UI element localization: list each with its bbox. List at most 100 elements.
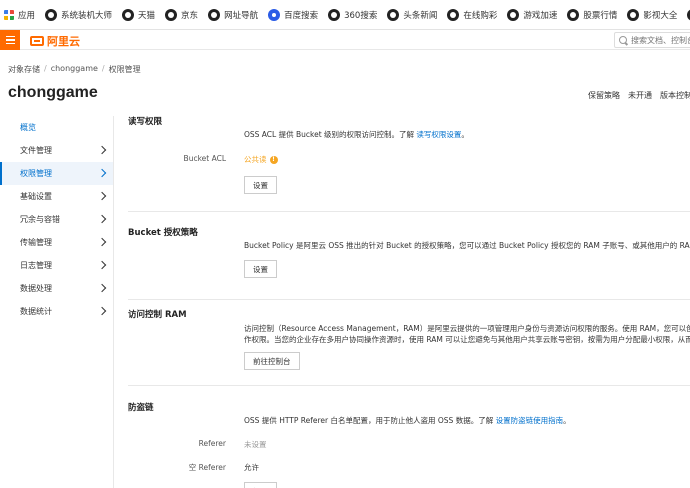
bookmark-item[interactable]: 天猫 (122, 8, 156, 21)
site-icon (447, 8, 460, 21)
bookmark-label: 网址导航 (224, 10, 259, 21)
rw-doc-link[interactable]: 读写权限设置 (416, 130, 461, 139)
site-icon (122, 8, 135, 21)
top-nav: 阿里云 (0, 30, 690, 50)
bookmark-item[interactable]: 360搜索 (328, 8, 378, 21)
sidebar-item-label: 日志管理 (20, 261, 52, 270)
chevron-right-icon (97, 260, 107, 270)
sidebar-item[interactable]: 数据处理 (0, 277, 113, 300)
section-title: 访问控制 RAM (128, 310, 187, 320)
bookmark-item[interactable]: 系统装机大师 (45, 8, 112, 21)
policy-setting-button[interactable]: 设置 (244, 260, 277, 278)
acl-value: 公共读! (244, 154, 278, 165)
sidebar-item-label: 文件管理 (20, 146, 52, 155)
page-title: chonggame (8, 84, 98, 101)
section-title: 读写权限 (128, 117, 163, 127)
bookmark-label: 在线购彩 (463, 10, 498, 21)
bookmark-label: 京东 (181, 10, 199, 21)
breadcrumb-item[interactable]: chonggame (51, 64, 98, 75)
bookmark-item[interactable]: 百度搜索 (268, 8, 319, 21)
section-description: OSS 提供 HTTP Referer 白名单配置，用于防止他人盗用 OSS 数… (244, 415, 571, 426)
section-description: OSS ACL 提供 Bucket 级别的权限访问控制。了解 读写权限设置。 (244, 129, 469, 140)
desc-text: 。 (461, 130, 469, 139)
bookmark-label: 影视大全 (643, 10, 678, 21)
retention-status: 未开通 (628, 91, 652, 100)
retention-policy-link[interactable]: 保留策略 (588, 90, 620, 101)
chevron-right-icon (97, 145, 107, 155)
bookmark-item[interactable]: 头条新闻 (387, 8, 437, 21)
brand-name: 阿里云 (47, 35, 80, 48)
referer-value: 未设置 (244, 440, 267, 449)
aliyun-logo-icon (30, 36, 44, 46)
go-console-button[interactable]: 前往控制台 (244, 352, 300, 370)
acl-value-text: 公共读 (244, 155, 267, 164)
breadcrumb-separator: / (44, 64, 47, 73)
bookmark-item[interactable]: 影视大全 (627, 8, 678, 21)
section-description: Bucket Policy 是阿里云 OSS 推出的针对 Bucket 的授权策… (244, 241, 690, 250)
bookmark-item[interactable]: 在线购彩 (447, 8, 498, 21)
sidebar-item[interactable]: 文件管理 (0, 139, 113, 162)
breadcrumb: 对象存储 / chonggame / 权限管理 (8, 64, 141, 75)
search-box[interactable] (614, 32, 690, 48)
site-icon (208, 8, 221, 21)
bookmarks-bar: 应用 系统装机大师 天猫 京东 网址导航 百度搜索 360搜索 头条新闻 在线购彩 游戏加速 股票行… (0, 0, 690, 30)
referer-label: Referer (198, 439, 226, 448)
desc-text: OSS ACL 提供 Bucket 级别的权限访问控制。了解 (244, 130, 417, 139)
sidebar-item[interactable]: 基础设置 (0, 185, 113, 208)
acl-label: Bucket ACL (183, 154, 226, 163)
ram-section: 访问控制 RAM 访问控制（Resource Access Management… (128, 300, 690, 386)
site-icon (328, 8, 341, 21)
sidebar-item[interactable]: 传输管理 (0, 231, 113, 254)
bucket-policy-section: Bucket 授权策略 Bucket Policy 是阿里云 OSS 推出的针对… (128, 212, 690, 300)
site-icon (165, 8, 178, 21)
sidebar-item-label: 权限管理 (20, 169, 52, 178)
breadcrumb-item-current: 权限管理 (108, 65, 141, 74)
bookmark-label: 游戏加速 (523, 10, 558, 21)
chevron-right-icon (97, 306, 107, 316)
sidebar-item[interactable]: 数据统计 (0, 300, 113, 323)
bookmark-label: 股票行情 (583, 10, 618, 21)
empty-referer-value: 允许 (244, 463, 259, 472)
rw-setting-button[interactable]: 设置 (244, 176, 277, 194)
site-icon (387, 8, 400, 21)
main-content: 读写权限 OSS ACL 提供 Bucket 级别的权限访问控制。了解 读写权限… (128, 108, 690, 488)
sidebar-item[interactable]: 概览 (0, 116, 113, 139)
aliyun-logo[interactable]: 阿里云 (30, 33, 80, 49)
referer-setting-button[interactable]: 设置 (244, 482, 277, 488)
rw-permission-section: 读写权限 OSS ACL 提供 Bucket 级别的权限访问控制。了解 读写权限… (128, 108, 690, 212)
bookmark-item[interactable]: 应用 (4, 9, 35, 21)
bookmark-item[interactable]: 游戏加速 (507, 8, 558, 21)
section-title: Bucket 授权策略 (128, 228, 198, 238)
sidebar-item-label: 数据统计 (20, 307, 52, 316)
site-icon (45, 8, 58, 21)
referer-doc-link[interactable]: 设置防盗链使用指南 (496, 416, 564, 425)
warning-icon: ! (269, 156, 278, 164)
section-description-line1: 访问控制（Resource Access Management，RAM）是阿里云… (244, 324, 690, 333)
bookmark-label: 百度搜索 (284, 10, 319, 21)
top-actions: 保留策略 未开通 版本控制 (588, 90, 690, 101)
hamburger-menu-icon[interactable] (0, 30, 20, 50)
sidebar-item-label: 传输管理 (20, 238, 52, 247)
bookmark-label: 360搜索 (344, 10, 378, 21)
sidebar-item-label: 概览 (20, 123, 36, 132)
referer-section: 防盗链 OSS 提供 HTTP Referer 白名单配置，用于防止他人盗用 O… (128, 386, 690, 488)
sidebar-item[interactable]: 冗余与容错 (0, 208, 113, 231)
chevron-right-icon (97, 168, 107, 178)
chevron-right-icon (97, 214, 107, 224)
versioning-link[interactable]: 版本控制 (660, 90, 690, 101)
sidebar-item[interactable]: 日志管理 (0, 254, 113, 277)
chevron-right-icon (97, 237, 107, 247)
bookmark-item[interactable]: 网址导航 (208, 8, 259, 21)
sidebar: 概览文件管理权限管理基础设置冗余与容错传输管理日志管理数据处理数据统计 (0, 116, 114, 488)
desc-text: OSS 提供 HTTP Referer 白名单配置，用于防止他人盗用 OSS 数… (244, 416, 496, 425)
sidebar-item-label: 冗余与容错 (20, 215, 60, 224)
sidebar-item-label: 基础设置 (20, 192, 52, 201)
site-icon (507, 8, 520, 21)
bookmark-item[interactable]: 京东 (165, 8, 199, 21)
search-input[interactable] (631, 35, 690, 45)
breadcrumb-item[interactable]: 对象存储 (8, 64, 40, 75)
breadcrumb-separator: / (101, 64, 105, 73)
sidebar-item[interactable]: 权限管理 (0, 162, 113, 185)
bookmark-label: 天猫 (138, 10, 156, 21)
bookmark-item[interactable]: 股票行情 (567, 8, 618, 21)
